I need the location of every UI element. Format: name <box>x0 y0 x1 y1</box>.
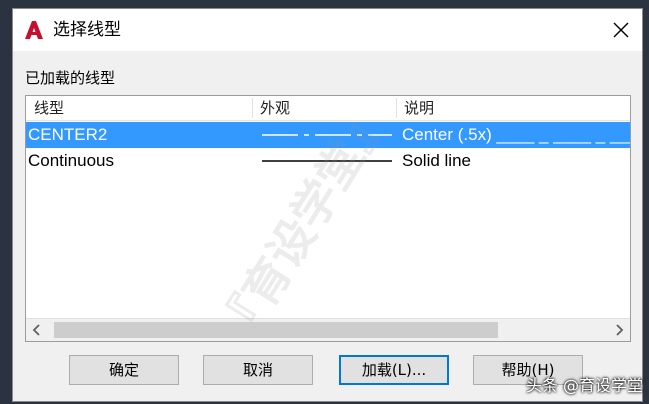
loaded-linetypes-label: 已加载的线型 <box>25 69 116 87</box>
horizontal-scrollbar[interactable] <box>26 318 630 341</box>
window-title: 选择线型 <box>53 20 121 40</box>
column-header-linetype[interactable]: 线型 <box>34 98 64 118</box>
linetype-name: CENTER2 <box>28 125 108 144</box>
close-icon[interactable] <box>610 19 632 41</box>
table-row[interactable]: CENTER2 Center (.5x) ____ _ ____ _ ____ … <box>26 122 630 148</box>
linetype-description: Center (.5x) ____ _ ____ _ ____ _ <box>402 125 630 144</box>
column-divider[interactable] <box>252 98 253 118</box>
list-header: 线型 外观 说明 <box>26 96 630 121</box>
select-linetype-dialog: 选择线型 已加载的线型 线型 外观 说明 CENTER2 Center (.5x… <box>12 8 643 402</box>
column-header-description[interactable]: 说明 <box>404 98 434 118</box>
column-divider[interactable] <box>396 98 397 118</box>
center-linetype-preview <box>262 134 392 136</box>
load-button[interactable]: 加载(L)... <box>339 355 449 385</box>
corner-watermark: 头条 @育设学堂 <box>525 376 643 395</box>
scrollbar-thumb[interactable] <box>54 322 498 338</box>
autocad-icon <box>25 21 43 39</box>
scroll-left-icon[interactable] <box>26 319 48 341</box>
linetype-name: Continuous <box>28 151 115 170</box>
linetype-description: Solid line <box>402 151 471 170</box>
table-row[interactable]: Continuous Solid line <box>26 148 630 174</box>
solid-linetype-preview <box>262 160 392 162</box>
title-bar[interactable]: 选择线型 <box>13 9 642 51</box>
column-header-appearance[interactable]: 外观 <box>260 98 290 118</box>
linetype-list[interactable]: 线型 外观 说明 CENTER2 Center (.5x) ____ _ ___… <box>25 95 631 342</box>
ok-button[interactable]: 确定 <box>69 355 179 385</box>
cancel-button[interactable]: 取消 <box>203 355 313 385</box>
scroll-right-icon[interactable] <box>608 319 630 341</box>
